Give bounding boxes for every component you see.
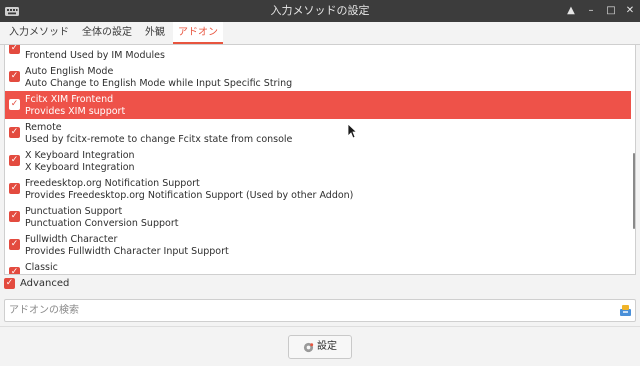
list-item[interactable]: ✓ Frontend Used by IM Modules xyxy=(5,45,631,63)
addon-description: Provides XIM support xyxy=(25,106,126,117)
configure-button[interactable]: 設定 xyxy=(288,335,352,359)
addon-description: Used by fcitx-remote to change Fcitx sta… xyxy=(25,134,293,145)
enabled-checkbox[interactable]: ✓ xyxy=(9,211,20,222)
mouse-pointer-icon xyxy=(347,123,357,139)
advanced-label[interactable]: Advanced xyxy=(20,277,69,291)
addon-list[interactable]: ✓ Frontend Used by IM Modules ✓ Auto Eng… xyxy=(4,44,636,275)
search-input[interactable] xyxy=(9,302,609,319)
advanced-checkbox[interactable]: ✓ xyxy=(4,278,15,289)
tab-global-config[interactable]: 全体の設定 xyxy=(77,22,137,44)
addon-name: X Keyboard Integration xyxy=(25,150,135,161)
window-title: 入力メソッドの設定 xyxy=(270,4,370,17)
enabled-checkbox[interactable]: ✓ xyxy=(9,239,20,250)
tab-appearance[interactable]: 外観 xyxy=(140,22,170,44)
enabled-checkbox[interactable]: ✓ xyxy=(9,155,20,166)
addon-name: Fcitx XIM Frontend xyxy=(25,94,114,105)
list-item[interactable]: ✓ Punctuation Support Punctuation Conver… xyxy=(5,203,631,231)
list-item-selected[interactable]: ✓ Fcitx XIM Frontend Provides XIM suppor… xyxy=(5,91,631,119)
addon-description: X Keyboard Integration xyxy=(25,162,135,173)
list-item[interactable]: ✓ Classic xyxy=(5,259,631,274)
tab-input-methods[interactable]: 入力メソッド xyxy=(4,22,74,44)
scrollbar-thumb[interactable] xyxy=(633,153,635,229)
addon-name: Classic xyxy=(25,262,58,273)
addon-description: Frontend Used by IM Modules xyxy=(25,50,165,61)
maximize-button[interactable]: □ xyxy=(603,3,619,19)
addon-description: Auto Change to English Mode while Input … xyxy=(25,78,293,89)
enabled-checkbox[interactable]: ✓ xyxy=(9,127,20,138)
tab-addons[interactable]: アドオン xyxy=(173,22,223,44)
title-bar[interactable]: 入力メソッドの設定 ▲ – □ ✕ xyxy=(0,0,640,22)
addon-config-window: 入力メソッドの設定 ▲ – □ ✕ 入力メソッド 全体の設定 外観 アドオン ✓… xyxy=(0,0,640,366)
addon-description: Provides Freedesktop.org Notification Su… xyxy=(25,190,354,201)
enabled-checkbox[interactable]: ✓ xyxy=(9,71,20,82)
list-item[interactable]: ✓ Auto English Mode Auto Change to Engli… xyxy=(5,63,631,91)
configure-button-label: 設定 xyxy=(317,341,337,352)
tab-bar: 入力メソッド 全体の設定 外観 アドオン xyxy=(0,22,640,45)
addon-description: Provides Fullwidth Character Input Suppo… xyxy=(25,246,229,257)
shade-button[interactable]: ▲ xyxy=(563,3,579,19)
divider xyxy=(0,326,640,327)
list-item[interactable]: ✓ Freedesktop.org Notification Support P… xyxy=(5,175,631,203)
addon-name: Punctuation Support xyxy=(25,206,123,217)
enabled-checkbox[interactable]: ✓ xyxy=(9,99,20,110)
addon-description: Punctuation Conversion Support xyxy=(25,218,179,229)
addon-name: Fullwidth Character xyxy=(25,234,118,245)
minimize-button[interactable]: – xyxy=(583,3,599,19)
gear-icon xyxy=(303,342,314,353)
enabled-checkbox[interactable]: ✓ xyxy=(9,267,20,274)
clear-search-icon[interactable] xyxy=(619,304,632,317)
addon-search-box[interactable] xyxy=(4,299,636,322)
list-item[interactable]: ✓ Fullwidth Character Provides Fullwidth… xyxy=(5,231,631,259)
enabled-checkbox[interactable]: ✓ xyxy=(9,183,20,194)
close-button[interactable]: ✕ xyxy=(622,3,638,19)
enabled-checkbox[interactable]: ✓ xyxy=(9,45,20,54)
addon-name: Remote xyxy=(25,122,62,133)
list-item[interactable]: ✓ Remote Used by fcitx-remote to change … xyxy=(5,119,631,147)
list-item[interactable]: ✓ X Keyboard Integration X Keyboard Inte… xyxy=(5,147,631,175)
addon-name: Freedesktop.org Notification Support xyxy=(25,178,200,189)
addon-name: Auto English Mode xyxy=(25,66,114,77)
